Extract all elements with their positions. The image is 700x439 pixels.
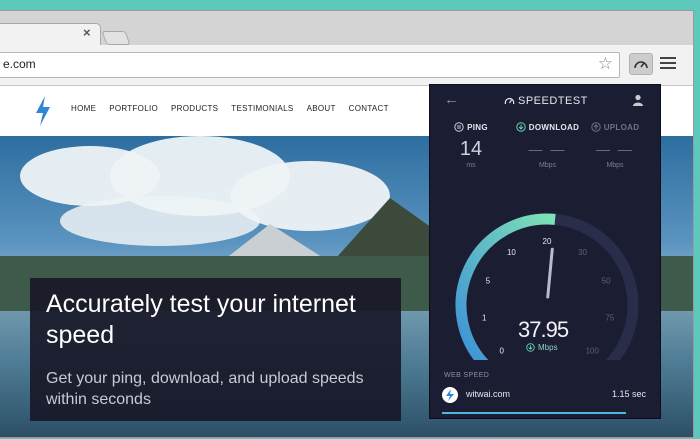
back-arrow-icon[interactable]: ←: [444, 91, 459, 108]
hero-subline: Get your ping, download, and upload spee…: [46, 370, 364, 408]
upload-icon: [591, 122, 601, 132]
nav-contact[interactable]: CONTACT: [349, 104, 389, 113]
current-speed-unit: Mbps: [526, 343, 566, 352]
speedtest-extension-button[interactable]: [629, 53, 653, 75]
web-speed-time: 1.15 sec: [611, 389, 646, 399]
upload-metric: UPLOAD — — Mbps: [580, 122, 650, 169]
web-speed-label: WEB SPEED: [444, 372, 490, 379]
ping-unit: ms: [466, 162, 476, 169]
tab-close-icon[interactable]: ×: [83, 25, 91, 40]
web-speed-site: witwai.com: [466, 389, 511, 399]
ping-label: PING: [467, 122, 488, 132]
download-value: — —: [528, 141, 567, 157]
gauge-tick-label: 20: [543, 237, 552, 246]
gauge-tick-label: 50: [602, 277, 611, 286]
gauge-tick-label: 0: [500, 346, 505, 355]
speedtest-logo: SPEEDTEST: [504, 95, 588, 107]
nav-about[interactable]: ABOUT: [307, 104, 336, 113]
hero-text-panel: Accurately test your internet speed Get …: [30, 278, 401, 421]
nav-products[interactable]: PRODUCTS: [171, 104, 218, 113]
ping-metric: PING 14 ms: [436, 122, 506, 169]
site-favicon: [442, 387, 458, 403]
gauge-tick-label: 1: [482, 313, 487, 322]
ping-value: 14: [459, 138, 483, 160]
upload-value: — —: [596, 141, 634, 157]
download-label: DOWNLOAD: [528, 122, 580, 132]
web-speed-row[interactable]: witwai.com 1.15 sec: [442, 385, 648, 405]
current-speed-value: 37.95: [518, 317, 569, 342]
gauge-tick-label: 30: [578, 248, 587, 257]
upload-label: UPLOAD: [603, 122, 640, 132]
browser-menu-icon[interactable]: [660, 55, 676, 71]
download-metric: DOWNLOAD — — Mbps: [505, 122, 590, 169]
bolt-favicon-icon: [446, 389, 454, 401]
gauge-needle: [546, 247, 554, 299]
nav-home[interactable]: HOME: [71, 104, 96, 113]
gauge-tick-label: 100: [586, 346, 600, 355]
browser-toolbar: e.com ☆: [0, 45, 693, 86]
speedtest-popup: ← SPEEDTEST PING 14 ms DOWNLOAD — — Mbps…: [429, 84, 661, 419]
web-speed-progress-bar: [442, 412, 626, 414]
speedtest-title: SPEEDTEST: [518, 95, 588, 107]
tab-strip: ×: [0, 11, 693, 48]
hero-headline: Accurately test your internet speed: [46, 290, 356, 349]
new-tab-button[interactable]: [101, 31, 131, 45]
gauge-tick-label: 75: [605, 313, 614, 322]
speedometer-icon: [634, 61, 648, 69]
address-bar[interactable]: e.com ☆: [0, 52, 620, 78]
bolt-logo-icon[interactable]: [34, 96, 52, 126]
upload-unit: Mbps: [606, 162, 624, 169]
download-icon: [516, 122, 526, 132]
gauge-tick-label: 10: [507, 248, 516, 257]
url-text: e.com: [3, 57, 36, 71]
speedtest-logo-icon: [504, 97, 515, 105]
download-small-icon: [526, 343, 535, 352]
nav-portfolio[interactable]: PORTFOLIO: [109, 104, 158, 113]
gauge-tick-label: 5: [486, 277, 491, 286]
ping-icon: [454, 122, 464, 132]
bookmark-star-icon[interactable]: ☆: [598, 54, 613, 74]
current-speed-unit-label: Mbps: [538, 343, 558, 352]
download-unit: Mbps: [538, 162, 557, 169]
nav-testimonials[interactable]: TESTIMONIALS: [231, 104, 293, 113]
user-icon[interactable]: [632, 94, 644, 106]
